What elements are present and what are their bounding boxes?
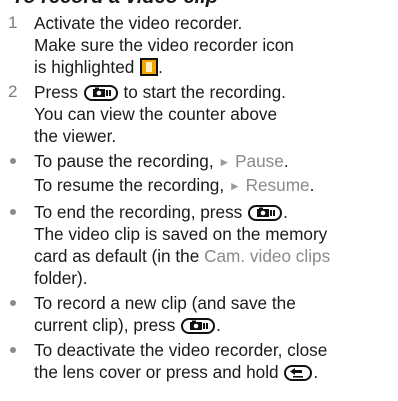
bullet-text-line: card as default (in the Cam. video clips (34, 245, 394, 267)
bullet-deactivate: To deactivate the video recorder, close … (0, 339, 398, 383)
softkey-arrow-icon: ► (218, 155, 231, 169)
bullet-text-line: current clip), press . (34, 314, 394, 336)
manual-page: To record a video clip 1 Activate the vi… (0, 0, 398, 401)
step-number: 1 (8, 13, 18, 32)
bullet-text-line: To pause the recording, ► Pause. (34, 150, 394, 174)
camera-key-icon (181, 318, 216, 334)
bullet-text: the lens cover or press and hold (34, 362, 279, 382)
step-2: 2 Press to start the recording. You can … (0, 81, 398, 147)
bullet-dot (10, 158, 16, 164)
section-heading: To record a video clip (12, 0, 218, 9)
step-text-line: Activate the video recorder. (34, 13, 243, 33)
bullet-dot (10, 347, 16, 353)
bullet-end-recording: To end the recording, press . The video … (0, 201, 398, 289)
step-text-line: Make sure the video recorder icon (34, 35, 294, 55)
bullet-new-clip: To record a new clip (and save the curre… (0, 292, 398, 336)
softkey-resume: Resume (245, 175, 310, 195)
bullet-text: card as default (in the (34, 246, 200, 266)
bullet-text-line: The video clip is saved on the memory (34, 224, 328, 244)
bullet-text-line: To resume the recording, ► Resume. (34, 174, 394, 198)
bullet-text: . (313, 362, 319, 382)
bullet-text-line: To deactivate the video recorder, close (34, 340, 328, 360)
camera-key-icon (248, 205, 283, 221)
softkey-arrow-icon: ► (228, 179, 241, 193)
bullet-text: . (283, 202, 288, 222)
bullet-text-line: To end the recording, press . (34, 201, 394, 223)
back-key-icon (284, 365, 313, 381)
step-text: is highlighted (34, 57, 135, 77)
bullet-text-line: folder). (34, 268, 88, 288)
step-1: 1 Activate the video recorder. Make sure… (0, 12, 398, 78)
step-text-line: You can view the counter above (34, 104, 278, 124)
step-text: Press (34, 82, 78, 102)
instruction-list: 1 Activate the video recorder. Make sure… (0, 12, 398, 386)
bullet-pause-resume: To pause the recording, ► Pause. To resu… (0, 150, 398, 198)
bullet-text: To end the recording, press (34, 202, 243, 222)
softkey-pause: Pause (235, 151, 284, 171)
camera-key-icon (83, 85, 118, 101)
step-number: 2 (8, 82, 18, 101)
step-text-line: Press to start the recording. (34, 81, 394, 103)
bullet-text: To resume the recording, (34, 175, 225, 195)
bullet-text-line: To record a new clip (and save the (34, 293, 296, 313)
step-text-line: is highlighted . (34, 56, 394, 78)
bullet-text: . (283, 151, 289, 171)
step-text-line: the viewer. (34, 126, 117, 146)
step-text: to start the recording. (123, 82, 286, 102)
step-text: . (158, 57, 163, 77)
bullet-text: . (216, 315, 221, 335)
bullet-dot (10, 300, 16, 306)
bullet-text: current clip), press (34, 315, 176, 335)
bullet-text-line: the lens cover or press and hold . (34, 361, 394, 383)
folder-name: Cam. video clips (204, 246, 331, 266)
bullet-text: . (309, 175, 315, 195)
bullet-text: To pause the recording, (34, 151, 214, 171)
bullet-dot (10, 209, 16, 215)
video-recorder-icon (140, 58, 159, 76)
